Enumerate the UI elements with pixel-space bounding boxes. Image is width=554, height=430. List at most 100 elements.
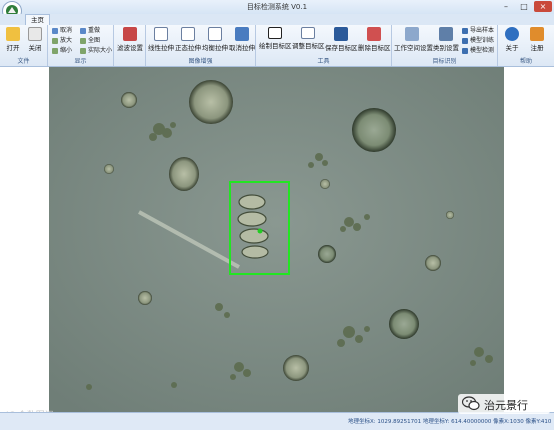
redo-button[interactable]: 重做 (80, 27, 100, 35)
about-label: 关于 (505, 44, 519, 52)
zoom-out-label: 缩小 (60, 47, 73, 54)
redo-label: 重做 (88, 27, 101, 34)
zoom-out-button[interactable]: 缩小 (52, 47, 72, 55)
category-settings-button[interactable]: 类别设置 (432, 27, 460, 55)
microscope-image (49, 67, 504, 412)
model-detect-button[interactable]: 模型检测 (462, 47, 494, 55)
export-icon (462, 27, 468, 34)
draw-region-icon (267, 27, 282, 39)
cancel-stretch-icon (235, 27, 249, 41)
ribbon-tab-bar: 主页 (0, 14, 554, 26)
zoom-in-icon (52, 37, 58, 44)
model-train-label: 模型训练 (470, 37, 495, 44)
category-settings-label: 类别设置 (433, 44, 459, 52)
group-file-title: 文件 (17, 58, 30, 65)
adjust-region-button[interactable]: 调整目标区 (292, 27, 325, 55)
delete-region-label: 删除目标区 (358, 44, 391, 52)
save-region-label: 保存目标区 (325, 44, 358, 52)
folder-icon (6, 27, 20, 41)
cell (352, 108, 396, 152)
wechat-icon (462, 396, 480, 411)
group-filter: 滤波设置 (114, 25, 146, 66)
zoom-in-label: 放大 (60, 37, 73, 44)
equalize-stretch-icon (208, 27, 222, 41)
cell (283, 355, 309, 381)
filter-settings-button[interactable]: 滤波设置 (116, 27, 144, 55)
fullscreen-label: 全图 (88, 37, 101, 44)
workspace-settings-button[interactable]: 工作空间设置 (394, 27, 433, 55)
actual-size-button[interactable]: 实际大小 (80, 47, 112, 55)
cancel-stretch-button[interactable]: 取消拉伸 (229, 27, 255, 55)
equalize-stretch-button[interactable]: 均衡拉伸 (202, 27, 228, 55)
right-panel (504, 67, 554, 412)
group-enhance-title: 图像增强 (188, 58, 213, 65)
export-samples-label: 导出样本 (470, 27, 495, 34)
detect-icon (462, 47, 468, 54)
draw-region-label: 绘制目标区 (259, 42, 292, 50)
minimize-button[interactable]: – (497, 1, 515, 12)
register-button[interactable]: 注册 (526, 27, 548, 55)
cell (389, 309, 419, 339)
group-recognize-title: 目标识别 (432, 58, 457, 65)
close-button[interactable]: × (534, 1, 552, 12)
export-samples-button[interactable]: 导出样本 (462, 27, 494, 35)
filter-settings-label: 滤波设置 (117, 44, 143, 52)
actual-size-icon (80, 47, 86, 54)
cell (446, 211, 454, 219)
linear-stretch-icon (154, 27, 168, 41)
watermark-right: 治元景行 (484, 399, 528, 412)
fullscreen-button[interactable]: 全图 (80, 37, 100, 45)
adjust-region-icon (300, 27, 315, 39)
save-region-button[interactable]: 保存目标区 (325, 27, 358, 55)
workspace-settings-label: 工作空间设置 (394, 44, 433, 52)
group-help-title: 帮助 (519, 58, 532, 65)
left-panel (0, 67, 49, 412)
close-file-icon (28, 27, 42, 41)
equalize-stretch-label: 均衡拉伸 (202, 44, 228, 52)
normal-stretch-icon (181, 27, 195, 41)
train-icon (462, 37, 468, 44)
delete-region-button[interactable]: 删除目标区 (358, 27, 391, 55)
save-region-icon (333, 27, 348, 41)
cancel-stretch-label: 取消拉伸 (229, 44, 255, 52)
workspace-icon (405, 27, 419, 41)
adjust-region-label: 调整目标区 (292, 42, 325, 50)
window-title: 目标检测系统 V0.1 (246, 3, 308, 11)
linear-stretch-button[interactable]: 线性拉伸 (148, 27, 174, 55)
normal-stretch-label: 正态拉伸 (175, 44, 201, 52)
group-display-title: 显示 (74, 58, 87, 65)
linear-stretch-label: 线性拉伸 (148, 44, 174, 52)
group-file: 打开 关闭 文件 (0, 25, 48, 66)
title-bar: 目标检测系统 V0.1 – □ × (0, 0, 554, 15)
open-label: 打开 (6, 44, 20, 52)
zoom-in-button[interactable]: 放大 (52, 37, 72, 45)
filter-icon (123, 27, 137, 41)
open-button[interactable]: 打开 (4, 27, 22, 55)
about-button[interactable]: 关于 (502, 27, 522, 55)
cell (121, 92, 137, 108)
actual-size-label: 实际大小 (88, 47, 113, 54)
image-viewer[interactable] (49, 67, 504, 412)
close-file-button[interactable]: 关闭 (26, 27, 44, 55)
cell (425, 255, 441, 271)
model-train-button[interactable]: 模型训练 (462, 37, 494, 45)
wechat-watermark: 治元景行 (458, 394, 550, 414)
cell (138, 291, 152, 305)
cell (320, 179, 330, 189)
group-display: 取消 重做 放大 全图 缩小 实际大小 显示 (48, 25, 114, 66)
group-tools-title: 工具 (317, 58, 330, 65)
ribbon: 打开 关闭 文件 取消 重做 放大 全图 缩小 实际大小 显示 滤波设置 线性拉… (0, 25, 554, 67)
maximize-button[interactable]: □ (515, 1, 533, 12)
cell (318, 245, 336, 263)
fullscreen-icon (80, 37, 86, 44)
draw-region-button[interactable]: 绘制目标区 (259, 27, 292, 55)
coordinates-readout: 地理坐标X: 1029.89251701 地理坐标Y: 614.40000000… (348, 419, 552, 425)
redo-icon (80, 27, 86, 34)
category-icon (439, 27, 453, 41)
undo-button[interactable]: 取消 (52, 27, 72, 35)
group-tools: 绘制目标区 调整目标区 保存目标区 删除目标区 工具 (256, 25, 392, 66)
model-detect-label: 模型检测 (470, 47, 495, 54)
register-label: 注册 (530, 44, 544, 52)
status-bar: 地理坐标X: 1029.89251701 地理坐标Y: 614.40000000… (0, 412, 554, 430)
normal-stretch-button[interactable]: 正态拉伸 (175, 27, 201, 55)
